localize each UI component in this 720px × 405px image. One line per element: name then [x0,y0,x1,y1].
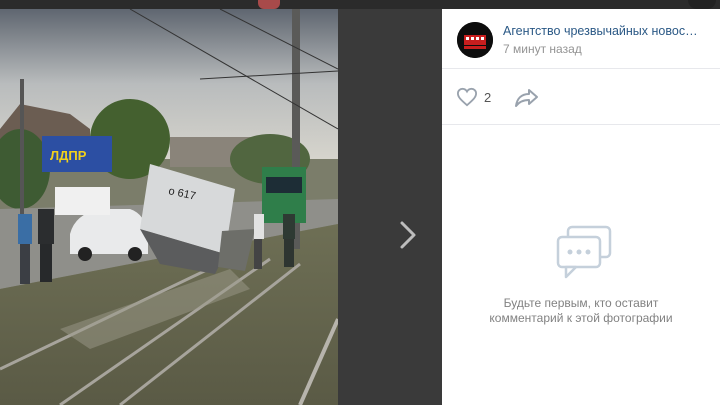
like-count: 2 [484,89,492,105]
share-arrow-icon[interactable] [514,85,540,109]
post-author: Агентство чрезвычайных новостей 7 минут … [442,9,720,69]
photo-sidebar: Агентство чрезвычайных новостей 7 минут … [442,9,720,405]
billboard-text: ЛДПР [50,148,87,163]
post-timestamp[interactable]: 7 минут назад [503,42,582,56]
author-avatar[interactable] [457,22,493,58]
next-photo-area[interactable] [338,9,442,405]
like-button[interactable]: 2 [456,85,491,109]
author-logo-icon [457,22,493,58]
post-actions: 2 [442,69,720,125]
comment-bubble-icon [556,225,612,279]
photo-content: ЛДПР о 617 [0,9,338,405]
empty-comments-text: Будьте первым, кто оставит комментарий к… [462,296,700,326]
notification-badge [258,0,280,9]
comments-empty-state [442,125,720,405]
chevron-right-icon[interactable] [398,220,418,250]
author-name[interactable]: Агентство чрезвычайных новостей [503,24,703,38]
heart-icon [456,87,478,107]
empty-comments-line1: Будьте первым, кто оставит [503,296,659,310]
photo-image[interactable]: ЛДПР о 617 [0,9,338,405]
empty-comments-line2: комментарий к этой фотографии [489,311,673,325]
page-header-strip [0,0,720,9]
